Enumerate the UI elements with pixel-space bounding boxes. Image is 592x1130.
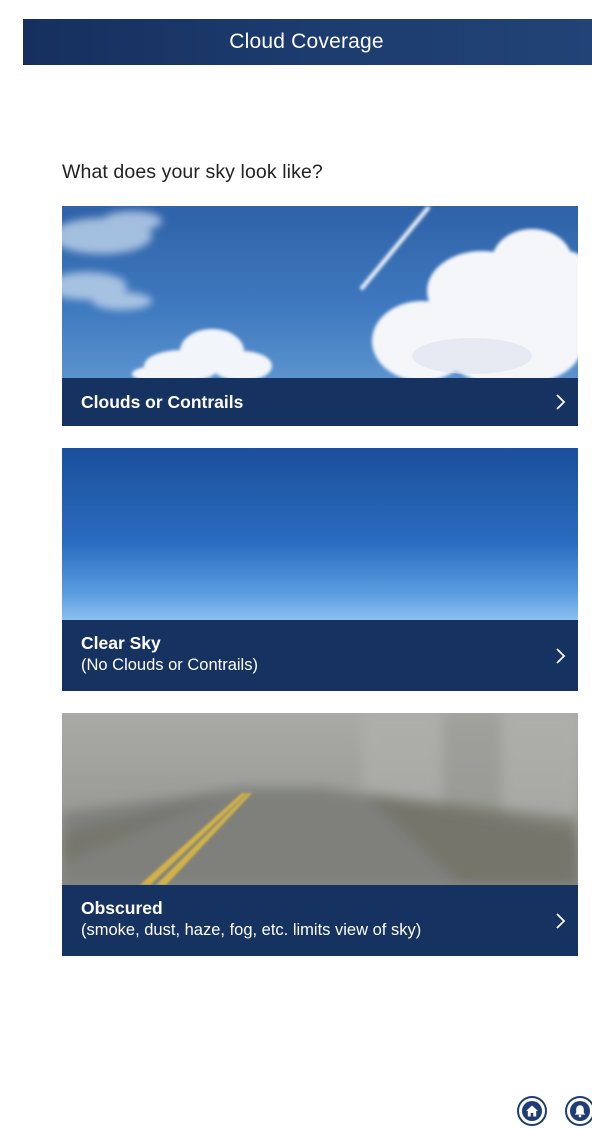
option-title: Clouds or Contrails [81, 392, 244, 412]
option-label-bar: Clouds or Contrails [62, 378, 578, 426]
chevron-right-icon [556, 647, 566, 664]
chevron-right-icon [556, 394, 566, 410]
bell-icon [574, 1105, 586, 1118]
option-label-bar: Obscured (smoke, dust, haze, fog, etc. l… [62, 885, 578, 956]
fog-road-photo [62, 713, 578, 885]
option-obscured[interactable]: Obscured (smoke, dust, haze, fog, etc. l… [62, 713, 578, 956]
page-title: Cloud Coverage [229, 30, 384, 53]
sky-question: What does your sky look like? [62, 161, 323, 183]
option-label-bar: Clear Sky (No Clouds or Contrails) [62, 620, 578, 691]
option-subtitle: (No Clouds or Contrails) [81, 656, 258, 674]
notifications-button[interactable] [565, 1096, 592, 1126]
clear-sky-photo [62, 448, 578, 620]
option-subtitle: (smoke, dust, haze, fog, etc. limits vie… [81, 921, 422, 939]
option-title: Obscured [81, 898, 163, 918]
option-title: Clear Sky [81, 633, 161, 653]
home-button[interactable] [517, 1096, 547, 1126]
chevron-right-icon [556, 912, 566, 929]
clouds-photo [62, 206, 578, 378]
app-header: Cloud Coverage [23, 19, 592, 65]
option-clouds-or-contrails[interactable]: Clouds or Contrails [62, 206, 578, 426]
home-icon [526, 1105, 538, 1117]
option-clear-sky[interactable]: Clear Sky (No Clouds or Contrails) [62, 448, 578, 691]
